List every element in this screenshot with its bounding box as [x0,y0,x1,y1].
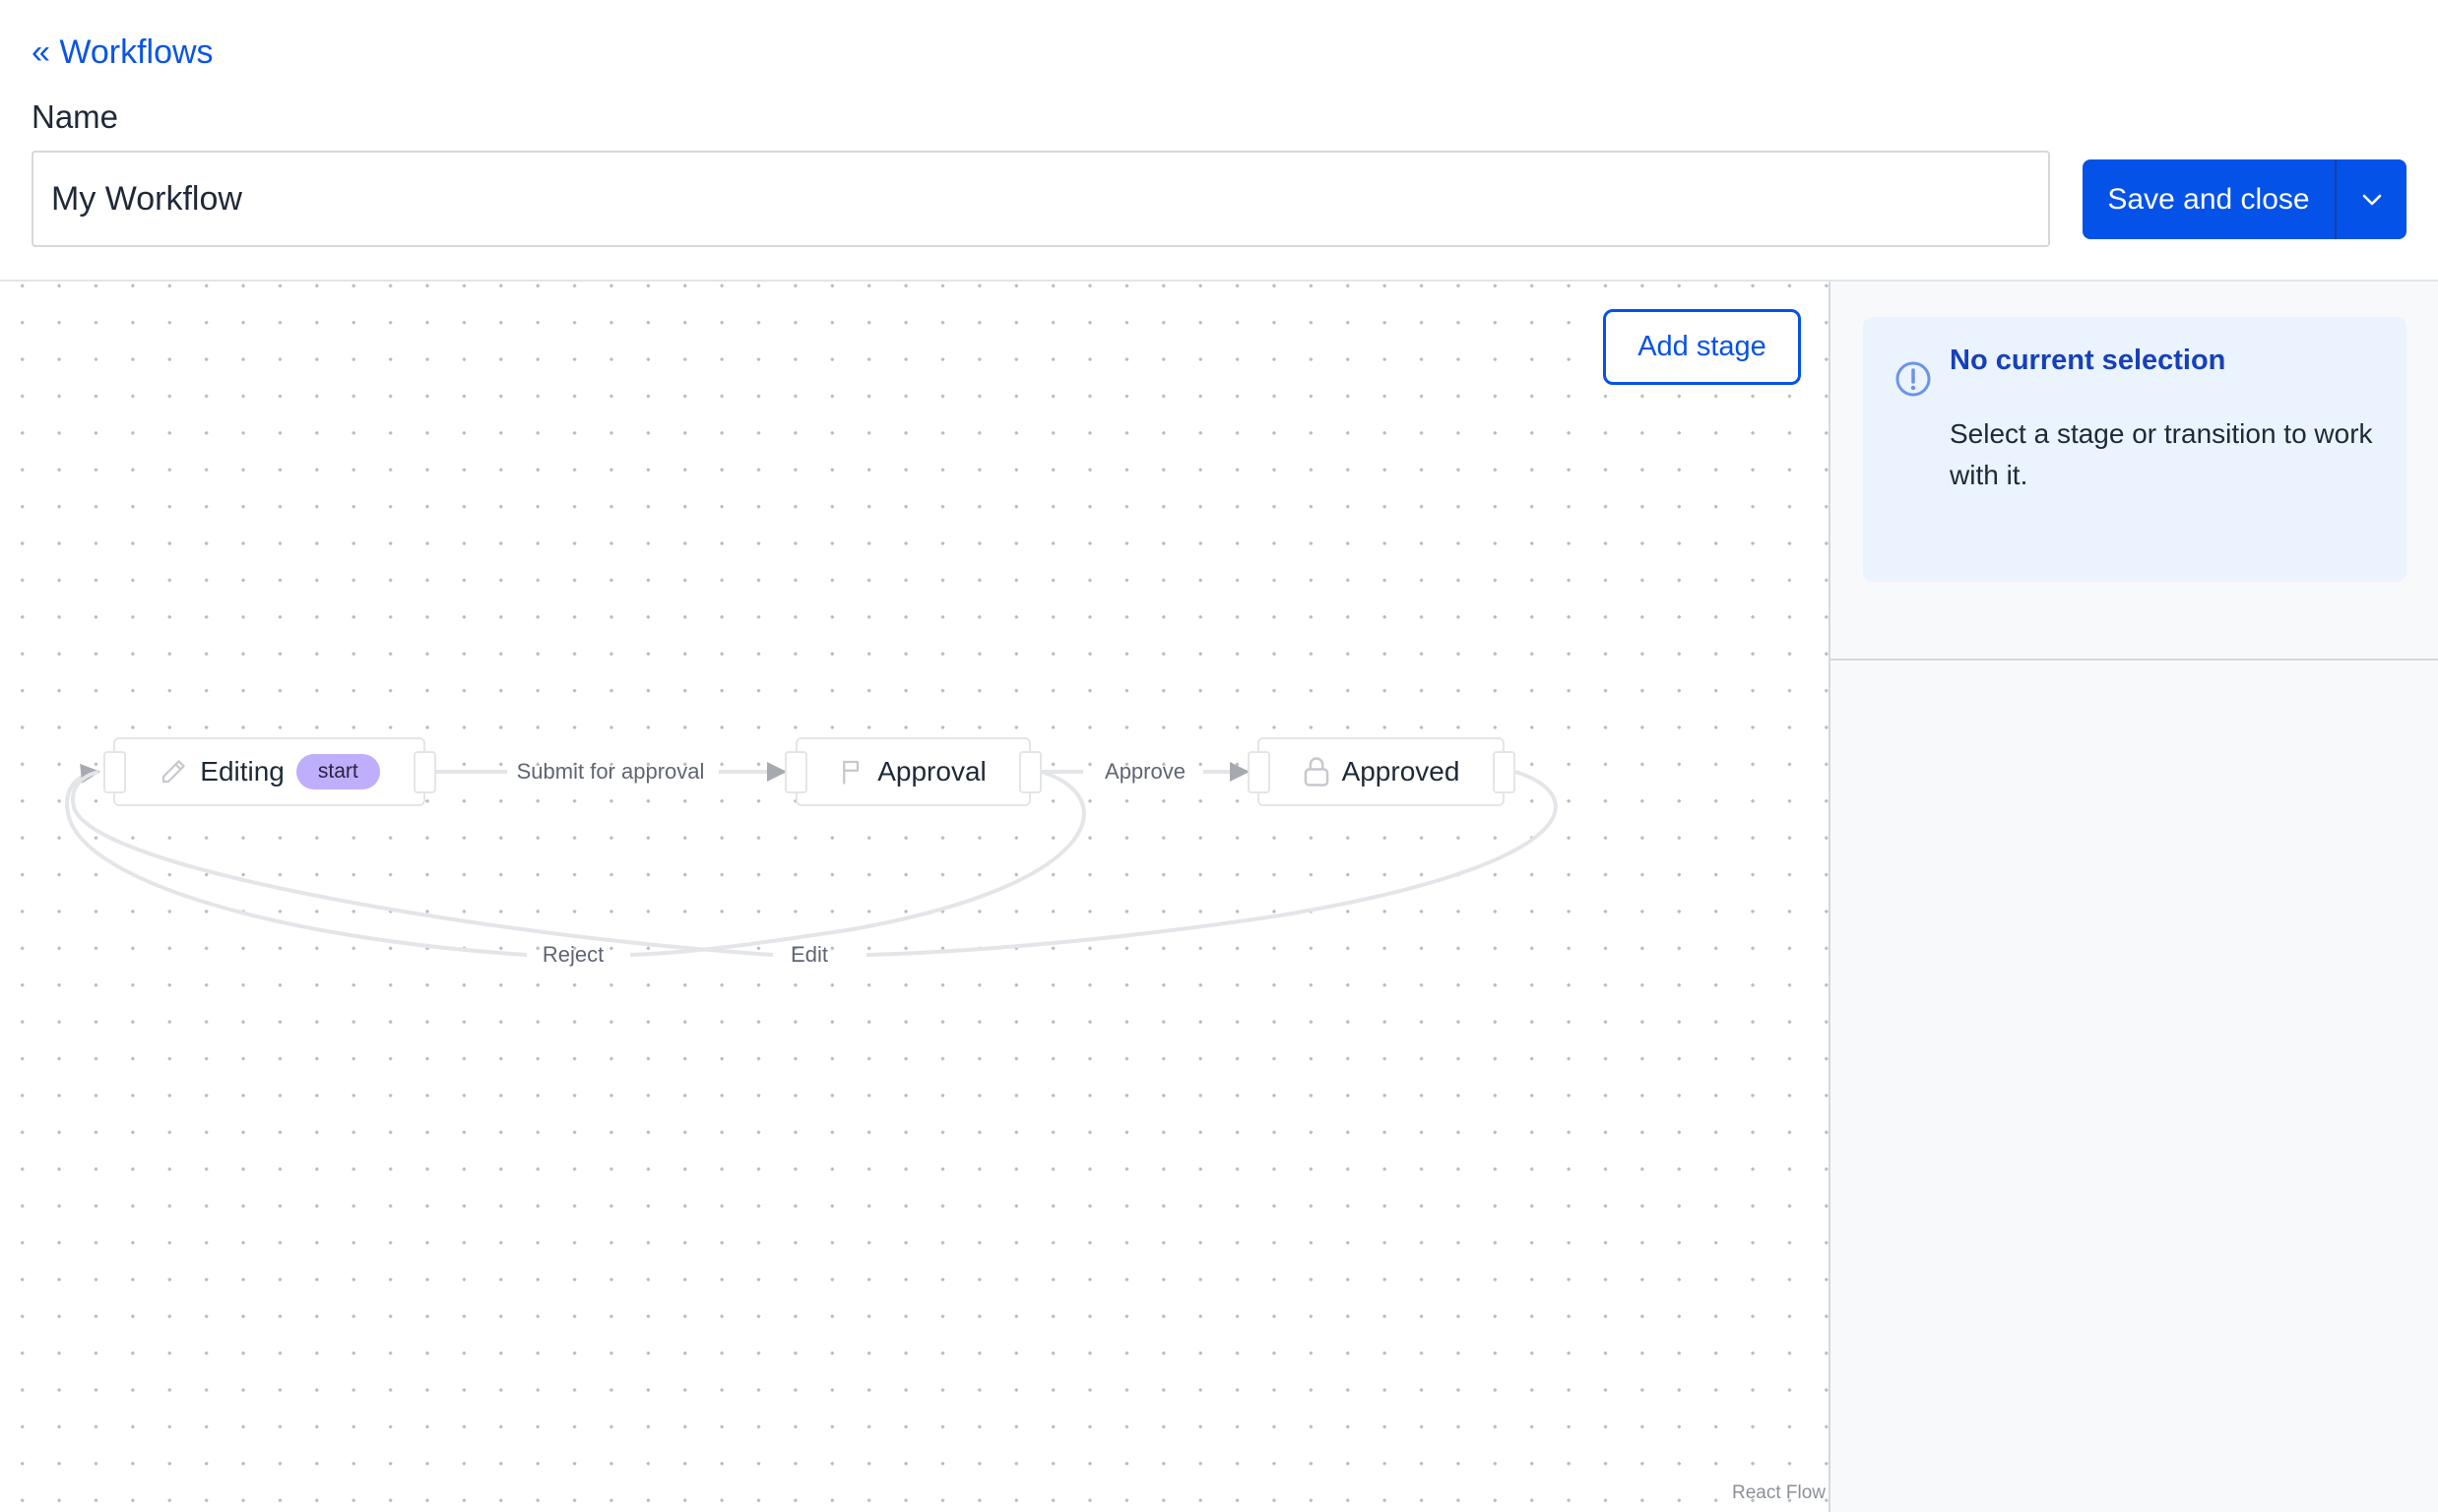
start-badge: start [295,754,380,789]
approved-source-handle[interactable] [1493,751,1515,793]
edge-label-approve[interactable]: Approve [1095,759,1195,785]
stage-node-editing[interactable]: Editing start [113,737,425,806]
approved-target-handle[interactable] [1248,751,1270,793]
save-button-group: Save and close [2083,159,2406,239]
react-flow-attribution[interactable]: React Flow [1732,1482,1826,1504]
approval-target-handle[interactable] [785,751,807,793]
stage-label: Editing [200,756,285,787]
save-options-dropdown-button[interactable] [2337,159,2406,239]
approval-source-handle[interactable] [1019,751,1042,793]
editing-target-handle[interactable] [103,751,126,793]
chevron-down-icon [2362,194,2381,205]
pencil-icon [162,760,186,784]
workflow-name-input[interactable] [32,151,2050,247]
panel-divider [1830,659,2438,661]
flag-icon [843,760,860,785]
workflow-canvas[interactable] [0,282,1828,1512]
stage-label: Approval [877,756,987,787]
stage-node-approved[interactable]: Approved [1257,737,1505,806]
edge-label-reject[interactable]: Reject [533,942,613,968]
lock-icon [1304,757,1328,787]
back-to-workflows-link[interactable]: « Workflows [32,33,214,72]
add-stage-button[interactable]: Add stage [1603,309,1801,385]
stage-label: Approved [1341,756,1460,787]
info-body: Select a stage or transition to work wit… [1950,418,2373,490]
save-and-close-button[interactable]: Save and close [2083,159,2337,239]
stage-node-approval[interactable]: Approval [796,737,1031,806]
exclamation-circle-icon [1895,361,1931,397]
editing-source-handle[interactable] [414,751,436,793]
edge-label-submit-for-approval[interactable]: Submit for approval [507,759,715,785]
info-title: No current selection [1950,345,2226,376]
name-label: Name [32,98,119,135]
edge-label-edit[interactable]: Edit [781,942,838,968]
